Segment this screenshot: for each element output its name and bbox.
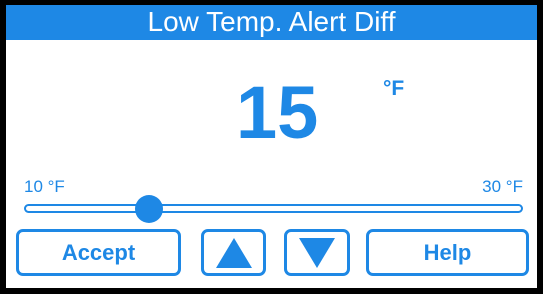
down-button[interactable] (284, 229, 350, 276)
slider-track[interactable] (24, 204, 523, 213)
accept-button[interactable]: Accept (16, 229, 181, 276)
setting-unit: °F (383, 77, 405, 100)
setting-value: 15 (236, 71, 319, 154)
down-arrow-icon (299, 237, 335, 268)
up-arrow-icon (215, 237, 252, 268)
slider-min-label: 10 °F (24, 177, 65, 196)
help-button[interactable]: Help (366, 229, 529, 276)
settings-panel: Low Temp. Alert Diff 15 °F 10 °F 30 °F A… (6, 5, 537, 288)
up-button[interactable] (201, 229, 266, 276)
slider-thumb[interactable] (134, 195, 163, 223)
page-title: Low Temp. Alert Diff (6, 5, 537, 40)
slider-max-label: 30 °F (482, 177, 523, 196)
